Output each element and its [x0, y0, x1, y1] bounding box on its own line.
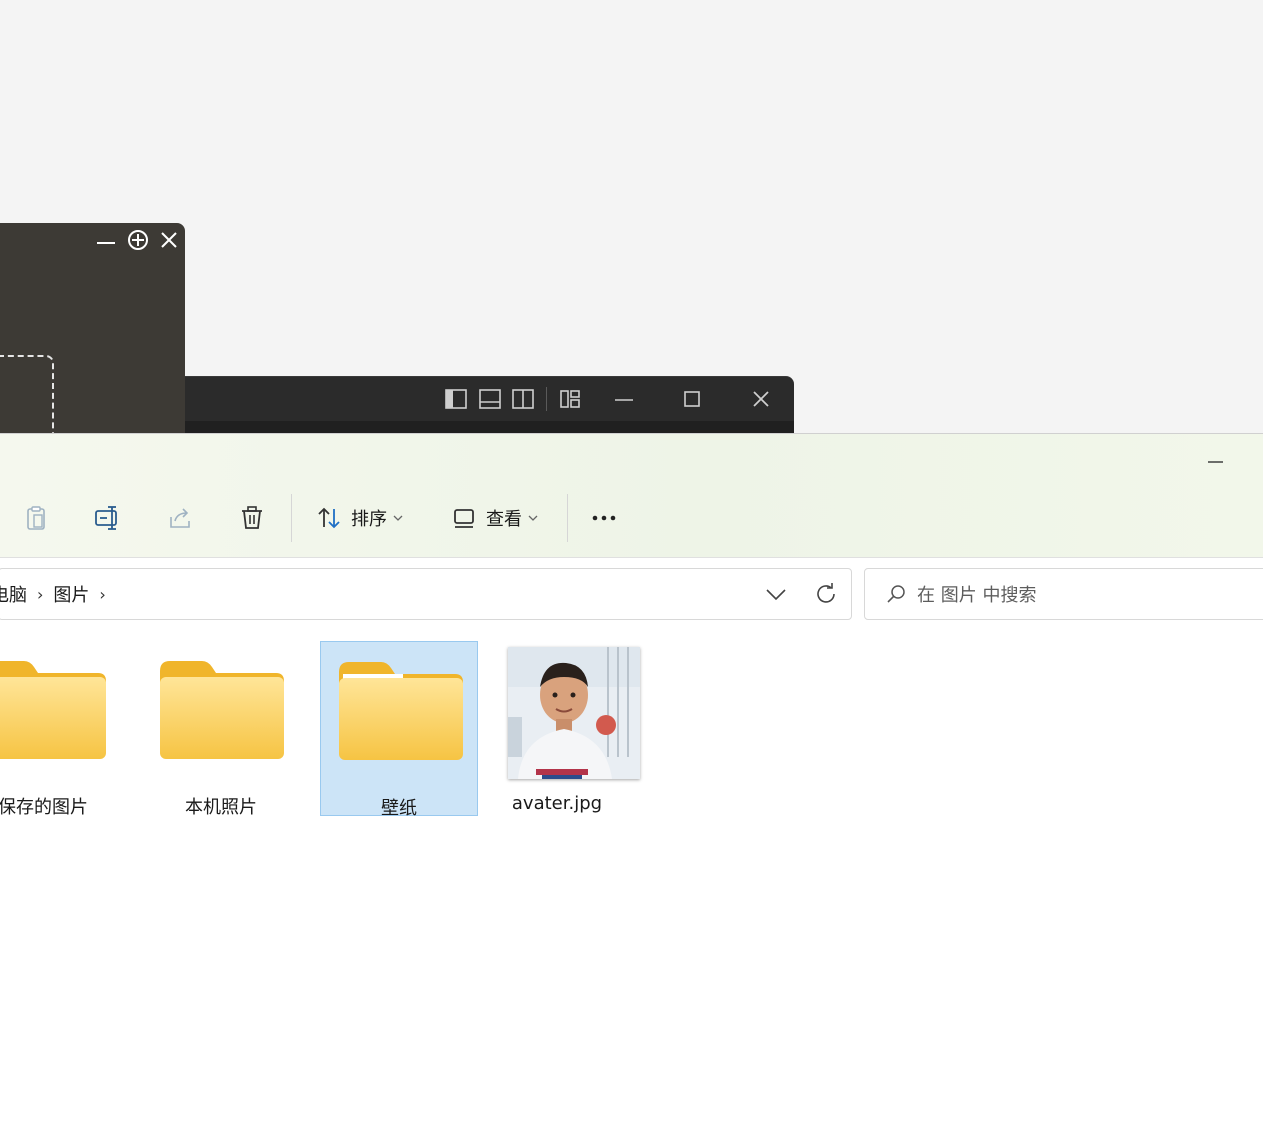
search-placeholder: 在 图片 中搜索 — [917, 585, 1037, 606]
close-icon[interactable] — [750, 388, 772, 410]
rename-icon — [94, 504, 122, 532]
item-label: 本机照片 — [185, 797, 257, 818]
minimize-icon[interactable] — [613, 388, 635, 410]
more-icon — [590, 504, 618, 532]
paste-button[interactable] — [22, 496, 50, 540]
image-item-avatar[interactable]: avater.jpg — [478, 641, 640, 816]
breadcrumb-this-pc[interactable]: 电脑 — [0, 581, 27, 607]
search-box[interactable]: 在 图片 中搜索 — [864, 568, 1263, 620]
folder-item-saved-pictures[interactable]: 保存的图片 — [0, 641, 122, 818]
bottom-pane-layout-icon[interactable] — [479, 388, 501, 410]
sort-label: 排序 — [351, 509, 387, 530]
trash-icon — [238, 504, 266, 532]
chevron-right-icon[interactable]: › — [99, 585, 105, 604]
chevron-down-icon — [393, 515, 403, 521]
refresh-button[interactable] — [813, 581, 839, 607]
sort-icon — [315, 504, 343, 532]
grid-layout-icon[interactable] — [559, 388, 581, 410]
chevron-right-icon: › — [37, 584, 44, 604]
pin-plus-icon[interactable] — [127, 229, 149, 250]
item-label: 保存的图片 — [0, 797, 88, 818]
rename-button[interactable] — [94, 496, 122, 540]
item-label: avater.jpg — [511, 793, 603, 814]
chevron-down-icon — [528, 515, 538, 521]
view-button[interactable]: 查看 — [450, 496, 538, 540]
history-dropdown-button[interactable] — [763, 581, 789, 607]
delete-button[interactable] — [238, 496, 266, 540]
share-icon — [166, 504, 194, 532]
folder-icon — [0, 661, 106, 759]
background-capture-window — [0, 223, 185, 479]
folder-icon — [339, 662, 463, 760]
address-bar[interactable]: 电脑 › 图片 › — [0, 568, 852, 620]
folder-icon — [160, 661, 284, 759]
breadcrumb-pictures[interactable]: 图片 — [53, 581, 89, 607]
file-explorer-window: 排序 查看 电脑 › 图片 › 在 图片 中搜索 — [0, 433, 1263, 1133]
refresh-icon — [817, 583, 835, 603]
search-icon — [885, 583, 907, 605]
item-label: 壁纸 — [381, 798, 417, 819]
folder-item-wallpapers[interactable]: 壁纸 — [320, 641, 478, 819]
view-icon — [450, 504, 478, 532]
view-label: 查看 — [486, 509, 522, 530]
folder-item-camera-roll[interactable]: 本机照片 — [142, 641, 300, 818]
more-options-button[interactable] — [590, 496, 618, 540]
photo-thumbnail — [508, 647, 640, 779]
share-button[interactable] — [166, 496, 194, 540]
split-pane-layout-icon[interactable] — [512, 388, 534, 410]
left-pane-layout-icon[interactable] — [445, 388, 467, 410]
minimize-icon[interactable] — [95, 229, 117, 249]
close-icon[interactable] — [158, 229, 180, 249]
clipboard-icon — [22, 504, 50, 532]
sort-button[interactable]: 排序 — [315, 496, 403, 540]
maximize-icon[interactable] — [681, 388, 703, 410]
minimize-button[interactable] — [1196, 442, 1236, 470]
